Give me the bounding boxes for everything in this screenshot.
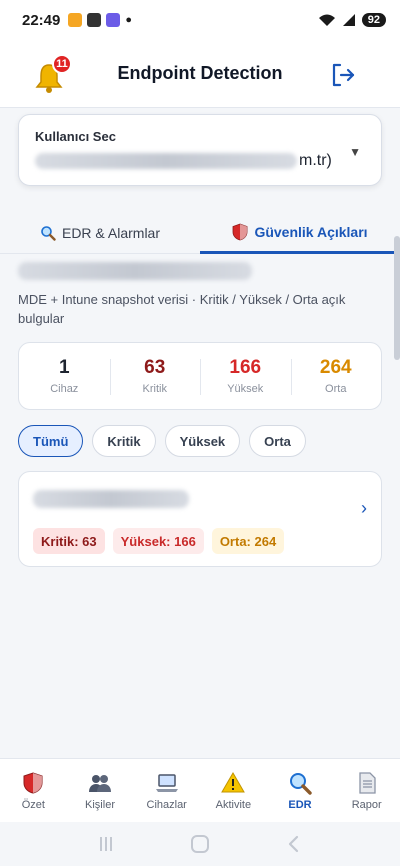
magnifier-icon	[290, 772, 312, 795]
stat-label: Kritik	[142, 383, 167, 395]
redacted-title-text	[18, 262, 252, 280]
severity-filters: Tümü Kritik Yüksek Orta	[18, 425, 306, 457]
chevron-down-icon: ▼	[349, 145, 361, 159]
notification-badge: 11	[52, 54, 72, 74]
section-title	[18, 262, 252, 285]
stat-value: 166	[229, 357, 262, 378]
filter-high-chip[interactable]: Yüksek	[164, 425, 241, 457]
nav-label: Aktivite	[215, 798, 252, 811]
nav-label: Rapor	[351, 798, 382, 811]
section-subtitle: MDE + Intune snapshot verisi · Kritik / …	[18, 292, 346, 326]
warning-icon	[221, 771, 246, 792]
redacted-device-name	[33, 490, 189, 508]
stat-label: Cihaz	[50, 383, 79, 395]
home-button[interactable]	[189, 833, 211, 855]
status-time: 22:49	[22, 11, 61, 29]
medium-count-badge: Orta: 264	[211, 528, 285, 554]
battery-indicator: 92	[361, 13, 386, 27]
stat-critical: 63 Kritik	[109, 343, 201, 409]
app-notification-icon	[68, 13, 83, 27]
logout-button[interactable]	[330, 62, 356, 88]
status-bar: 22:49 ● 92	[0, 0, 400, 40]
filter-critical-chip[interactable]: Kritik	[92, 425, 156, 457]
system-navigation-bar	[0, 822, 400, 866]
app-header: 11 Endpoint Detection	[0, 40, 400, 108]
high-count-badge: Yüksek: 166	[112, 528, 204, 554]
wifi-icon	[318, 14, 335, 26]
redacted-user-text	[35, 153, 297, 169]
user-select-value: m.tr)	[35, 152, 365, 170]
app-notification-icon	[106, 13, 121, 27]
stat-value: 264	[319, 357, 352, 378]
laptop-icon	[155, 773, 178, 792]
severity-pills: Kritik: 63 Yüksek: 166 Orta: 264	[33, 528, 285, 554]
nav-item-edr[interactable]: EDR	[267, 759, 334, 822]
dot-icon: ●	[125, 14, 133, 26]
user-select-label: Kullanıcı Sec	[35, 129, 116, 144]
back-button[interactable]	[284, 834, 304, 854]
page-title: Endpoint Detection	[117, 63, 283, 83]
nav-item-report[interactable]: Rapor	[333, 759, 400, 822]
filter-medium-chip[interactable]: Orta	[249, 425, 306, 457]
tab-security-vulnerabilities[interactable]: Güvenlik Açıkları	[200, 212, 400, 254]
stat-label: Orta	[325, 383, 347, 395]
nav-label: Özet	[21, 798, 45, 811]
shield-icon	[23, 771, 43, 794]
user-select-value-suffix: m.tr)	[299, 152, 332, 169]
tab-label: EDR & Alarmlar	[61, 224, 161, 241]
nav-item-activity[interactable]: Aktivite	[200, 759, 267, 822]
summary-stats: 1 Cihaz 63 Kritik 166 Yüksek 264 Orta	[18, 342, 382, 410]
bottom-navigation: Özet Kişiler Cihazlar Aktivite EDR Rapor	[0, 758, 400, 822]
nav-label: EDR	[288, 798, 312, 811]
tab-edr-alarms[interactable]: EDR & Alarmlar	[0, 212, 200, 254]
app-notification-icon	[87, 13, 102, 27]
tab-label: Güvenlik Açıkları	[254, 223, 368, 240]
notifications-button[interactable]: 11	[32, 54, 72, 94]
magnifier-icon	[41, 225, 56, 241]
status-notification-icons: ●	[68, 13, 132, 27]
shield-icon	[233, 223, 248, 240]
logout-icon	[332, 63, 355, 87]
recent-apps-button[interactable]	[96, 834, 116, 854]
stat-value: 63	[144, 357, 166, 378]
people-icon	[89, 774, 111, 792]
stat-value: 1	[58, 357, 70, 378]
stat-label: Yüksek	[227, 383, 264, 395]
critical-count-badge: Kritik: 63	[33, 528, 105, 554]
document-icon	[359, 771, 376, 794]
filter-all-chip[interactable]: Tümü	[18, 425, 84, 457]
nav-item-people[interactable]: Kişiler	[67, 759, 134, 822]
nav-label: Kişiler	[85, 798, 115, 811]
nav-label: Cihazlar	[146, 798, 187, 811]
signal-icon	[342, 14, 355, 26]
device-card[interactable]: › Kritik: 63 Yüksek: 166 Orta: 264	[18, 471, 382, 567]
stat-high: 166 Yüksek	[200, 343, 291, 409]
tab-bar: EDR & Alarmlar Güvenlik Açıkları	[0, 212, 400, 254]
scrollbar[interactable]	[394, 236, 400, 360]
stat-devices: 1 Cihaz	[19, 343, 110, 409]
stat-medium: 264 Orta	[290, 343, 382, 409]
nav-item-devices[interactable]: Cihazlar	[133, 759, 200, 822]
user-select-dropdown[interactable]: Kullanıcı Sec m.tr) ▼	[18, 114, 382, 186]
nav-item-summary[interactable]: Özet	[0, 759, 67, 822]
chevron-right-icon: ›	[361, 498, 367, 518]
